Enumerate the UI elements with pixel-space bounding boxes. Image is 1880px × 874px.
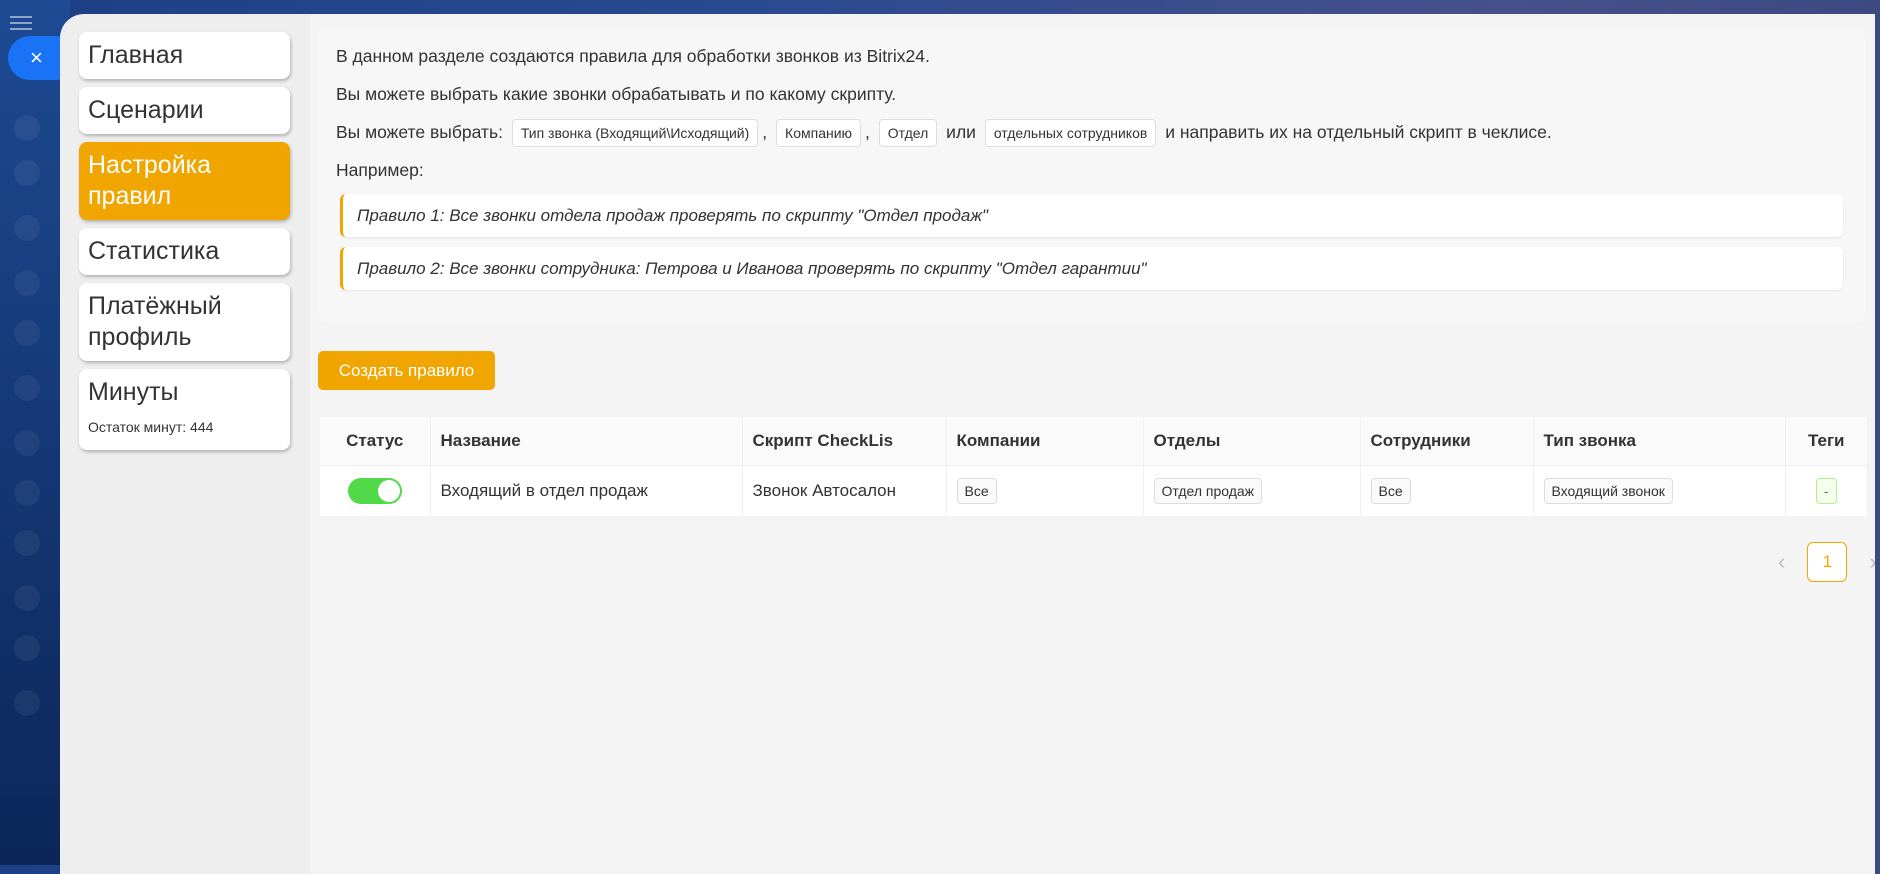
column-header-status: Статус — [320, 417, 431, 466]
status-toggle[interactable] — [347, 477, 402, 504]
menu-item-label: Сценарии — [88, 96, 204, 124]
tags-chip: - — [1815, 477, 1837, 504]
menu-item-statistics[interactable]: Статистика — [79, 228, 290, 275]
employees-chip: Все — [1370, 477, 1411, 504]
menu-item-label: Главная — [88, 41, 184, 69]
menu-item-rules-settings[interactable]: Настройка правил — [79, 142, 290, 220]
option-tag-employees: отдельных сотрудников — [984, 119, 1157, 147]
table-row: Входящий в отдел продаж Звонок Автосалон… — [320, 465, 1868, 516]
option-tag-department: Отдел — [878, 119, 938, 147]
rule-name: Входящий в отдел продаж — [430, 465, 743, 516]
avatar-icon — [14, 530, 40, 556]
option-tag-call-type: Тип звонка (Входящий\Исходящий) — [511, 119, 759, 147]
menu-item-minutes[interactable]: Минуты Остаток минут: 444 — [79, 369, 290, 450]
column-header-tags: Теги — [1785, 417, 1868, 466]
info-text: Вы можете выбрать: — [336, 122, 503, 142]
avatar-icon — [14, 635, 40, 661]
option-tag-company: Компанию — [776, 119, 862, 147]
column-header-call-type: Тип звонка — [1533, 417, 1786, 466]
avatar-icon — [14, 430, 40, 456]
separator: или — [946, 122, 976, 142]
next-page-icon[interactable]: › — [1869, 549, 1875, 575]
info-text: и направить их на отдельный скрипт в чек… — [1165, 122, 1552, 142]
example-rule: Правило 1: Все звонки отдела продаж пров… — [340, 194, 1843, 237]
page-1-button[interactable]: 1 — [1807, 542, 1848, 582]
avatar-icon — [14, 320, 40, 346]
menu-item-main[interactable]: Главная — [79, 32, 290, 79]
avatar-icon — [14, 585, 40, 611]
side-menu: Главная Сценарии Настройка правил Статис… — [79, 32, 290, 458]
separator: , — [865, 122, 870, 142]
menu-item-label: Статистика — [88, 237, 220, 265]
box-icon — [14, 115, 40, 141]
menu-item-label: Настройка правил — [88, 151, 212, 210]
column-header-script: Скрипт CheckLis — [742, 417, 947, 466]
example-label: Например: — [336, 160, 424, 180]
info-line-options: Вы можете выбрать: Тип звонка (Входящий\… — [336, 118, 1847, 156]
menu-item-label: Платёжный профиль — [88, 292, 222, 351]
info-box: В данном разделе создаются правила для о… — [318, 28, 1865, 322]
rule-script: Звонок Автосалон — [742, 465, 947, 516]
companies-chip: Все — [956, 477, 997, 504]
close-icon: × — [30, 45, 43, 70]
code-icon — [14, 215, 40, 241]
rules-table: Статус Название Скрипт CheckLis Компании… — [320, 417, 1868, 516]
column-header-companies: Компании — [946, 417, 1144, 466]
menu-item-payment-profile[interactable]: Платёжный профиль — [79, 283, 290, 361]
menu-item-label: Минуты — [88, 378, 179, 406]
call-type-chip: Входящий звонок — [1543, 477, 1673, 504]
menu-icon[interactable] — [10, 16, 32, 30]
example-rule: Правило 2: Все звонки сотрудника: Петров… — [340, 247, 1843, 290]
create-rule-button[interactable]: Создать правило — [318, 351, 495, 390]
avatar-icon — [14, 270, 40, 296]
info-line: Вы можете выбрать какие звонки обрабатыв… — [336, 84, 897, 104]
minutes-remaining: Остаток минут: 444 — [88, 419, 214, 435]
prev-page-icon[interactable]: ‹ — [1778, 549, 1785, 575]
column-header-employees: Сотрудники — [1360, 417, 1534, 466]
table-header: Статус Название Скрипт CheckLis Компании… — [320, 417, 1868, 466]
column-header-name: Название — [430, 417, 743, 466]
avatar-icon — [14, 690, 40, 716]
menu-item-scenarios[interactable]: Сценарии — [79, 87, 290, 134]
pagination: ‹ 1 › — [1778, 542, 1875, 582]
departments-chip: Отдел продаж — [1153, 477, 1263, 504]
info-line: В данном разделе создаются правила для о… — [336, 46, 930, 66]
app-icon — [14, 160, 40, 186]
main-content: В данном разделе создаются правила для о… — [310, 14, 1875, 874]
separator: , — [762, 122, 768, 142]
avatar-icon — [14, 375, 40, 401]
slider-panel: Главная Сценарии Настройка правил Статис… — [60, 14, 1875, 874]
column-header-departments: Отделы — [1143, 417, 1361, 466]
avatar-icon — [14, 480, 40, 506]
